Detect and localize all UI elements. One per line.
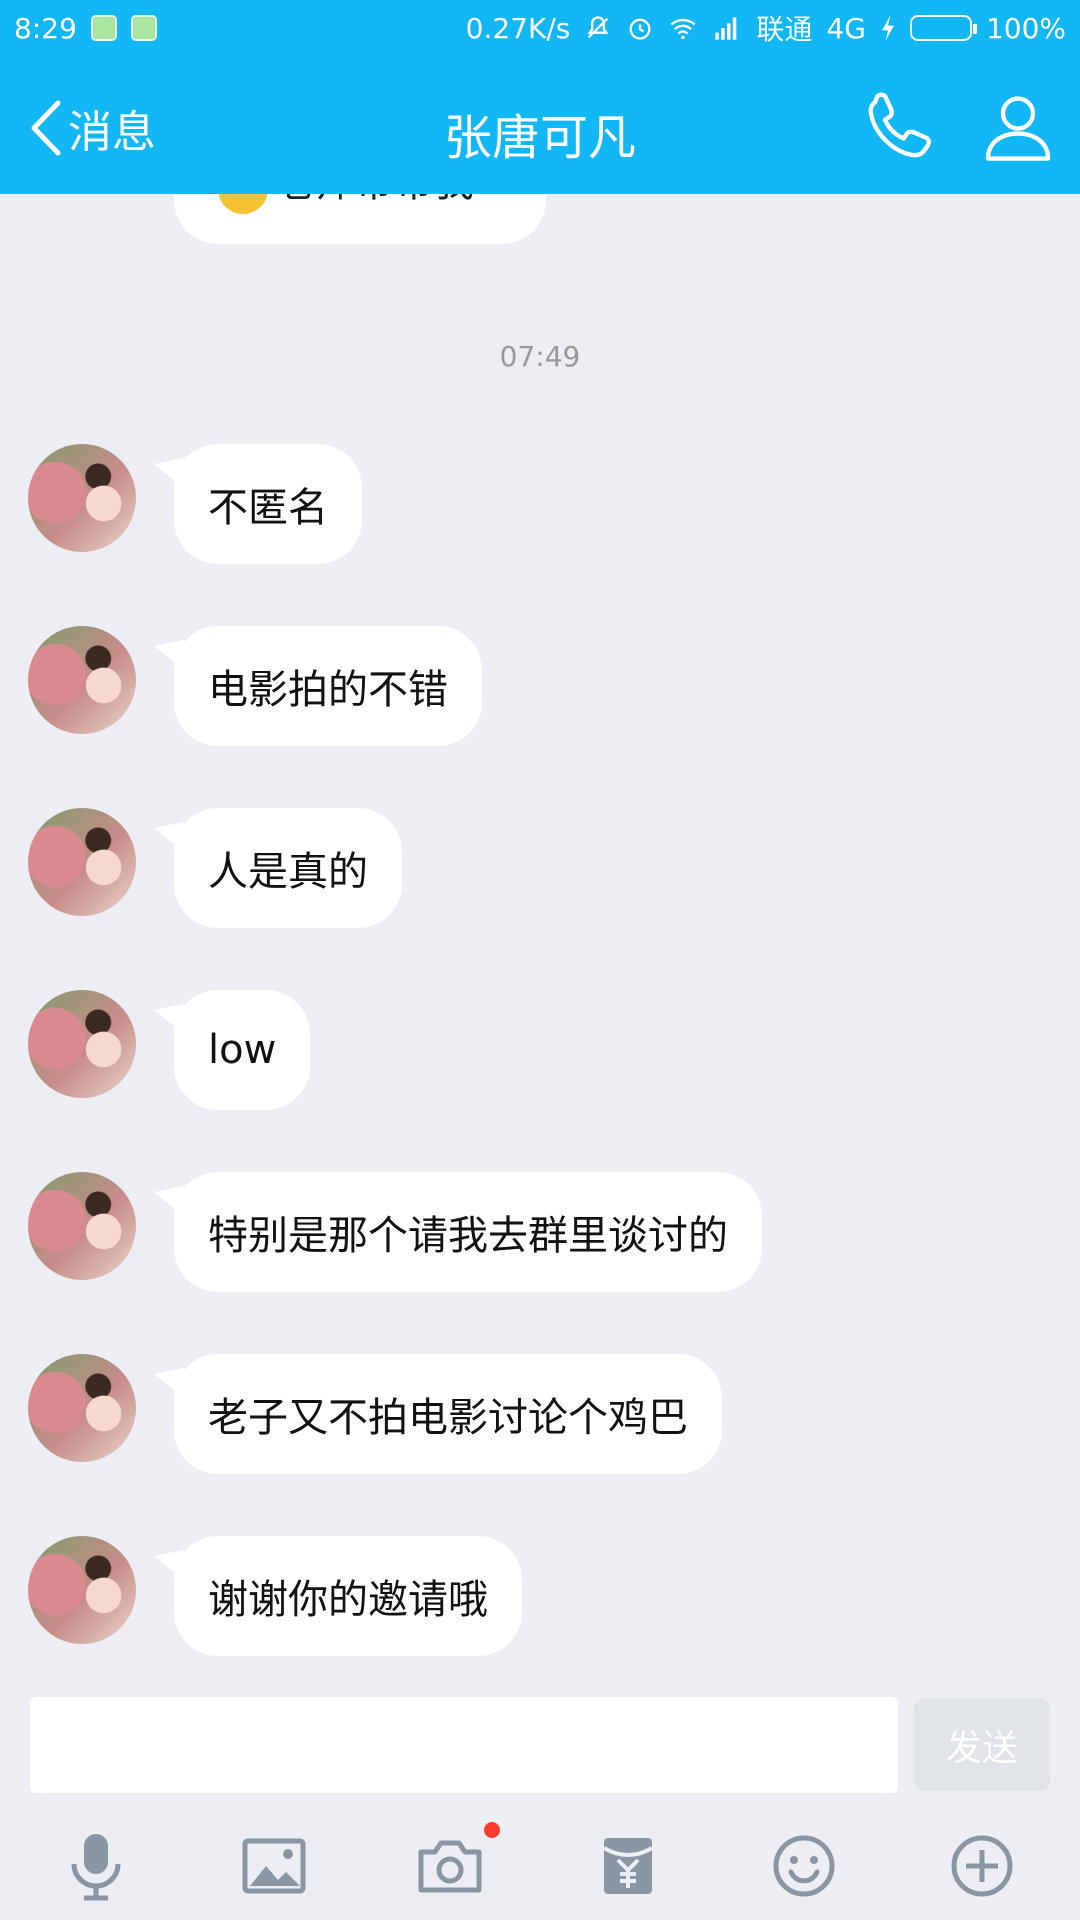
user-icon [985,96,1051,161]
network-speed: 0.27K/s [465,11,571,45]
security-icon [90,15,117,41]
network-type: 4G [826,11,866,45]
message-row: 特别是那个请我去群里谈讨的 [28,1172,762,1292]
charging-icon [880,14,896,42]
chat-area[interactable]: 老师带带我 07:49 不匿名 电影拍的不错 人是真的 low 特别是那个请我去… [0,194,1080,1680]
message-row: 不匿名 [28,444,362,564]
battery-level: 100% [985,11,1066,45]
microphone-icon [71,1834,121,1901]
message-text: 老师带带我 [274,194,474,208]
more-button[interactable] [942,1826,1022,1906]
status-bar: 8:29 0.27K/s 联通 4G 100% [0,0,1080,56]
emoji-button[interactable] [764,1826,844,1906]
battery-icon [909,15,977,41]
message-row: 人是真的 [28,808,402,928]
notification-dot [484,1822,500,1838]
message-row: low [28,990,311,1110]
message-bubble[interactable]: 电影拍的不错 [174,626,482,746]
avatar[interactable] [28,1172,136,1280]
signal-icon [712,14,742,42]
phone-icon [868,92,931,158]
input-bar: 发送 [0,1680,1080,1800]
avatar[interactable] [28,626,136,734]
smile-emoji-icon [218,194,268,214]
wifi-icon [668,14,698,42]
message-bubble[interactable]: 特别是那个请我去群里谈讨的 [174,1172,762,1292]
voice-button[interactable] [56,1826,136,1906]
message-bubble-partial[interactable]: 老师带带我 [174,194,546,244]
avatar[interactable] [28,1354,136,1462]
message-text: 电影拍的不错 [208,667,448,713]
message-text: 人是真的 [208,849,368,895]
message-bubble[interactable]: 谢谢你的邀请哦 [174,1536,522,1656]
mute-icon [584,14,612,42]
message-text: 特别是那个请我去群里谈讨的 [208,1213,728,1259]
message-input[interactable] [30,1697,898,1793]
image-button[interactable] [234,1826,314,1906]
chat-header: 消息 张唐可凡 [0,56,1080,194]
message-timestamp: 07:49 [499,340,581,373]
camera-button[interactable] [410,1826,490,1906]
input-toolbar [0,1800,1080,1920]
red-packet-icon [602,1838,654,1894]
avatar[interactable] [28,990,136,1098]
plus-icon [951,1835,1013,1897]
message-row: 电影拍的不错 [28,626,482,746]
message-row: 老子又不拍电影讨论个鸡巴 [28,1354,722,1474]
image-icon [242,1838,306,1894]
avatar[interactable] [28,1536,136,1644]
emoji-icon [773,1835,835,1897]
message-text: 老子又不拍电影讨论个鸡巴 [208,1395,688,1441]
message-bubble[interactable]: low [174,990,311,1110]
send-button[interactable]: 发送 [914,1699,1050,1791]
camera-icon [418,1840,482,1893]
alarm-icon [626,14,654,42]
message-text: 谢谢你的邀请哦 [208,1577,488,1623]
message-row: 谢谢你的邀请哦 [28,1536,522,1656]
message-text: 不匿名 [208,485,328,531]
message-text: low [208,1027,277,1073]
red-packet-button[interactable] [588,1826,668,1906]
message-bubble[interactable]: 人是真的 [174,808,402,928]
message-bubble[interactable]: 老子又不拍电影讨论个鸡巴 [174,1354,722,1474]
call-button[interactable] [860,86,940,166]
message-bubble[interactable]: 不匿名 [174,444,362,564]
app-notification-icon [130,15,157,41]
avatar[interactable] [28,444,136,552]
status-time: 8:29 [14,11,77,45]
carrier-name: 联通 [756,13,813,46]
profile-button[interactable] [978,86,1058,166]
avatar[interactable] [28,808,136,916]
